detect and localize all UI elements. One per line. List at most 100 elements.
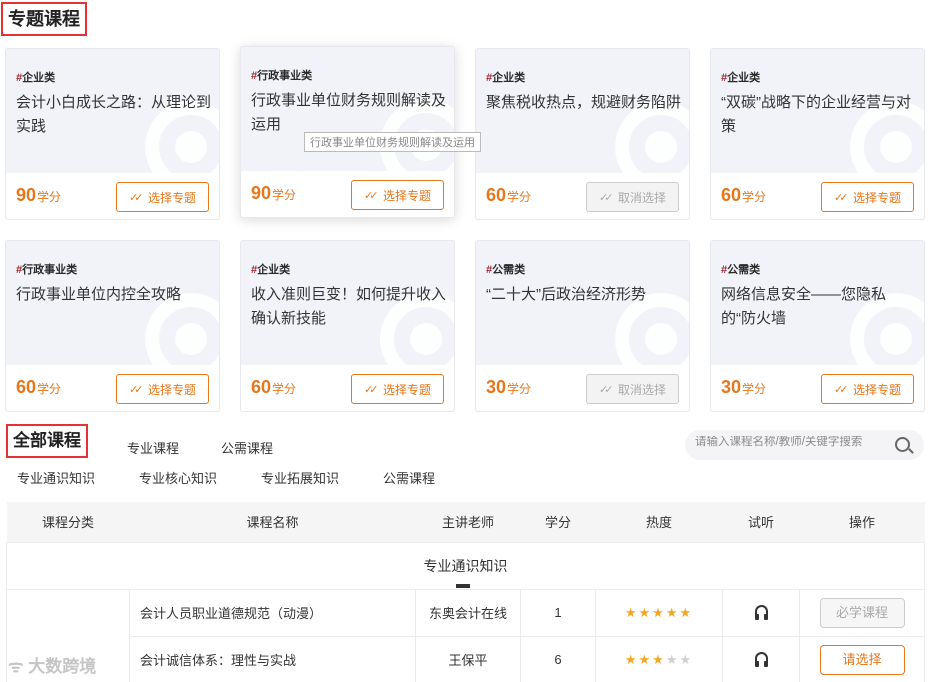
card-category: #行政事业类 (251, 70, 313, 82)
header-popularity: 热度 (595, 502, 723, 542)
select-topic-button[interactable]: ✓✓ 选择专题 (351, 180, 444, 210)
star-icon: ★ (652, 604, 666, 620)
credit-value: 1 (520, 588, 596, 637)
table-header-row: 课程分类 课程名称 主讲老师 学分 热度 试听 操作 (6, 502, 925, 542)
decorative-dot-icon (645, 131, 677, 163)
action-cell: 请选择 (799, 635, 925, 682)
subtab-public-courses[interactable]: 公需课程 (383, 468, 435, 487)
all-courses-title[interactable]: 全部课程 (6, 424, 88, 458)
card-title[interactable]: “二十大”后政治经济形势 (486, 283, 684, 307)
card-title[interactable]: 收入准则巨变！如何提升收入确认新技能 (251, 283, 449, 331)
card-banner: #企业类 收入准则巨变！如何提升收入确认新技能 (241, 241, 454, 365)
teacher-name: 东奥会计在线 (415, 588, 521, 637)
card-banner: #行政事业类 行政事业单位财务规则解读及运用 (241, 47, 454, 171)
topic-card[interactable]: #公需类 网络信息安全——您隐私的“防火墙 30学分 ✓✓ 选择专题 (710, 240, 925, 412)
tab-professional-courses[interactable]: 专业课程 (127, 438, 179, 457)
card-title[interactable]: 会计小白成长之路：从理论到实践 (16, 91, 214, 139)
card-title[interactable]: 行政事业单位财务规则解读及运用 (251, 89, 449, 137)
card-credit: 60学分 (721, 185, 767, 205)
card-category: #企业类 (251, 264, 291, 276)
star-icon: ★ (679, 651, 694, 667)
card-credit: 60学分 (16, 377, 62, 397)
card-banner: #企业类 会计小白成长之路：从理论到实践 (6, 49, 219, 173)
deselect-topic-button[interactable]: ✓✓ 取消选择 (586, 374, 679, 404)
teacher-name: 王保平 (415, 635, 521, 682)
star-icon: ★ (638, 651, 653, 667)
topic-card[interactable]: #企业类 聚焦税收热点，规避财务陷阱 60学分 ✓✓ 取消选择 (475, 48, 690, 220)
decorative-dot-icon (175, 323, 207, 355)
star-icon: ★ (624, 604, 639, 620)
star-icon: ★ (665, 604, 680, 620)
table-row: 会计诚信体系：理性与实战 王保平 6 ★★★★★ 请选择 (6, 635, 925, 682)
card-category: #公需类 (486, 264, 526, 276)
deselect-topic-button[interactable]: ✓✓ 取消选择 (586, 182, 679, 212)
header-preview: 试听 (722, 502, 800, 542)
required-course-button[interactable]: 必学课程 (819, 597, 905, 628)
card-title[interactable]: 行政事业单位内控全攻略 (16, 283, 214, 307)
card-banner: #企业类 “双碳”战略下的企业经营与对策 (711, 49, 924, 173)
special-courses-title: 专题课程 (1, 2, 87, 36)
watermark-logo: ᯤ 大数跨境 (8, 657, 97, 676)
headphone-icon[interactable] (754, 652, 768, 667)
card-banner: #公需类 “二十大”后政治经济形势 (476, 241, 689, 365)
course-name[interactable]: 会计诚信体系：理性与实战 (129, 635, 416, 682)
topic-card[interactable]: #行政事业类 行政事业单位内控全攻略 60学分 ✓✓ 选择专题 (5, 240, 220, 412)
course-search-box[interactable] (685, 430, 924, 460)
double-check-icon: ✓✓ (363, 383, 378, 396)
group-row: 专业通识知识 (6, 541, 925, 590)
card-credit: 60学分 (251, 377, 297, 397)
subtab-extended-knowledge[interactable]: 专业拓展知识 (261, 468, 339, 487)
subtab-core-knowledge[interactable]: 专业核心知识 (139, 468, 217, 487)
card-category: #企业类 (16, 72, 56, 84)
double-check-icon: ✓✓ (833, 191, 848, 204)
group-label: 专业通识知识 (6, 541, 925, 590)
star-icon: ★ (624, 651, 639, 667)
topic-card[interactable]: #公需类 “二十大”后政治经济形势 30学分 ✓✓ 取消选择 (475, 240, 690, 412)
select-topic-button[interactable]: ✓✓ 选择专题 (116, 374, 209, 404)
star-icon: ★ (665, 651, 680, 667)
topic-card[interactable]: #企业类 会计小白成长之路：从理论到实践 90学分 ✓✓ 选择专题 (5, 48, 220, 220)
select-course-button[interactable]: 请选择 (819, 644, 905, 675)
select-topic-button[interactable]: ✓✓ 选择专题 (821, 182, 914, 212)
star-icon: ★ (679, 604, 694, 620)
course-name[interactable]: 会计人员职业道德规范（动漫） (129, 588, 416, 637)
topic-card[interactable]: #企业类 收入准则巨变！如何提升收入确认新技能 60学分 ✓✓ 选择专题 (240, 240, 455, 412)
action-cell: 必学课程 (799, 588, 925, 637)
card-banner: #公需类 网络信息安全——您隐私的“防火墙 (711, 241, 924, 365)
card-title[interactable]: 聚焦税收热点，规避财务陷阱 (486, 91, 684, 115)
card-title-tooltip: 行政事业单位财务规则解读及运用 (304, 132, 481, 152)
header-action: 操作 (799, 502, 925, 542)
double-check-icon: ✓✓ (598, 191, 613, 204)
popularity-stars: ★★★★★ (595, 635, 723, 682)
preview-cell[interactable] (722, 635, 800, 682)
card-title[interactable]: “双碳”战略下的企业经营与对策 (721, 91, 919, 139)
card-banner: #企业类 聚焦税收热点，规避财务陷阱 (476, 49, 689, 173)
header-course-name: 课程名称 (129, 502, 416, 542)
topic-card[interactable]: #企业类 “双碳”战略下的企业经营与对策 60学分 ✓✓ 选择专题 (710, 48, 925, 220)
credit-value: 6 (520, 635, 596, 682)
header-teacher: 主讲老师 (415, 502, 521, 542)
subtab-general-knowledge[interactable]: 专业通识知识 (17, 468, 95, 487)
category-cell (6, 589, 130, 636)
select-topic-button[interactable]: ✓✓ 选择专题 (116, 182, 209, 212)
double-check-icon: ✓✓ (833, 383, 848, 396)
card-credit: 60学分 (486, 185, 532, 205)
course-table: 课程分类 课程名称 主讲老师 学分 热度 试听 操作 专业通识知识 会计人员职业… (6, 502, 925, 682)
card-banner: #行政事业类 行政事业单位内控全攻略 (6, 241, 219, 365)
select-topic-button[interactable]: ✓✓ 选择专题 (821, 374, 914, 404)
card-category: #企业类 (486, 72, 526, 84)
card-category: #行政事业类 (16, 264, 78, 276)
select-topic-button[interactable]: ✓✓ 选择专题 (351, 374, 444, 404)
header-credit: 学分 (520, 502, 596, 542)
decorative-dot-icon (645, 323, 677, 355)
search-input[interactable] (695, 436, 885, 448)
search-icon[interactable] (895, 437, 910, 452)
card-credit: 30学分 (721, 377, 767, 397)
table-row: 会计人员职业道德规范（动漫） 东奥会计在线 1 ★★★★★ 必学课程 (6, 588, 925, 637)
preview-cell[interactable] (722, 588, 800, 637)
card-category: #企业类 (721, 72, 761, 84)
headphone-icon[interactable] (754, 605, 768, 620)
card-title[interactable]: 网络信息安全——您隐私的“防火墙 (721, 283, 919, 331)
tab-public-courses[interactable]: 公需课程 (221, 438, 273, 457)
double-check-icon: ✓✓ (128, 383, 143, 396)
